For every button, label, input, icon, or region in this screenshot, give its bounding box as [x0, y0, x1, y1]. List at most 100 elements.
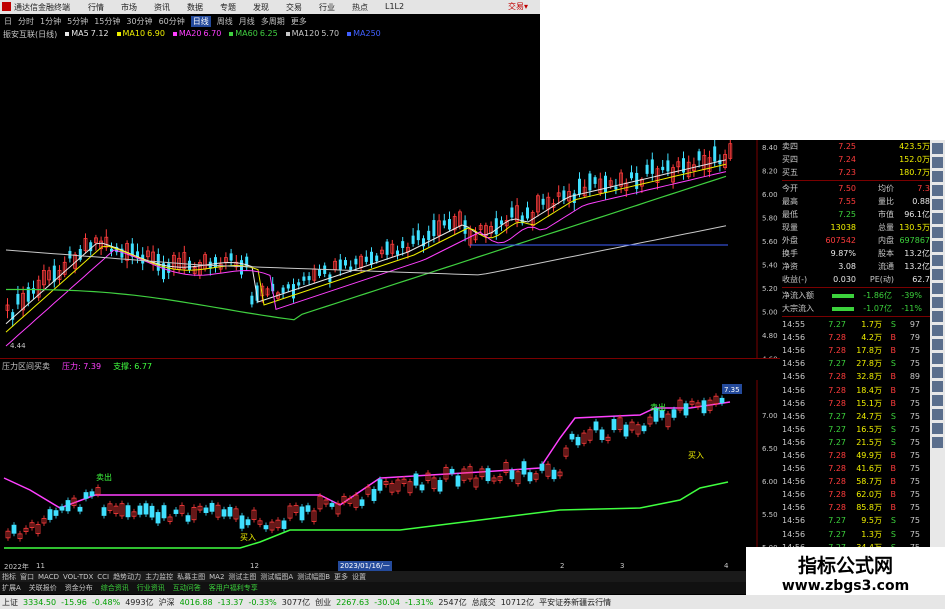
toolbar-icon[interactable]: [932, 395, 943, 406]
menu-item[interactable]: 资讯: [154, 2, 170, 13]
kline-main-chart[interactable]: 8.408.206.005.805.605.405.205.004.804.60…: [0, 40, 780, 358]
menu-item[interactable]: 发现: [253, 2, 269, 13]
period-tab[interactable]: 分时: [18, 16, 34, 27]
flow-pct: -39%: [901, 291, 922, 300]
candle-body: [604, 175, 607, 193]
stat-value: 3.08: [838, 262, 856, 271]
stat-value: 607542: [825, 236, 856, 245]
index-sz-change: -13.37: [217, 597, 244, 607]
toolbar-icon[interactable]: [932, 381, 943, 392]
toolbar-icon[interactable]: [932, 213, 943, 224]
menu-item[interactable]: L1L2: [385, 2, 404, 13]
toolbar-icon[interactable]: [932, 199, 943, 210]
period-tab[interactable]: 1分钟: [40, 16, 61, 27]
stat-value: 7.25: [838, 210, 856, 219]
sub-candle-body: [173, 509, 179, 514]
toolbar-icon[interactable]: [932, 157, 943, 168]
toolbar-icon[interactable]: [932, 255, 943, 266]
tick-row: 14:56 7.28 18.4万 B 75: [782, 383, 930, 396]
indicator-tab[interactable]: 测试幅图A: [260, 572, 293, 582]
info-tab[interactable]: 关联报价: [29, 583, 57, 593]
indicator-tab[interactable]: 更多: [334, 572, 348, 582]
period-tab[interactable]: 月线: [239, 16, 255, 27]
indicator-tab[interactable]: 私募主图: [177, 572, 205, 582]
toolbar-icon[interactable]: [932, 185, 943, 196]
ma-swatch-icon: [172, 32, 177, 36]
indicator-tab[interactable]: 设置: [352, 572, 366, 582]
indicator-tab[interactable]: 测试主图: [228, 572, 256, 582]
period-tab[interactable]: 30分钟: [126, 16, 152, 27]
period-tab[interactable]: 多周期: [261, 16, 285, 27]
period-tab[interactable]: 更多: [291, 16, 307, 27]
toolbar-icon[interactable]: [932, 241, 943, 252]
info-tab[interactable]: 综合资讯: [101, 583, 129, 593]
tick-side: B: [890, 477, 897, 487]
info-tab[interactable]: 扩展A: [2, 583, 21, 593]
toolbar-icon[interactable]: [932, 297, 943, 308]
candle-body: [500, 220, 503, 225]
toolbar-icon[interactable]: [932, 367, 943, 378]
toolbar-icon[interactable]: [932, 311, 943, 322]
candle-body: [650, 159, 654, 174]
menu-item[interactable]: 数据: [187, 2, 203, 13]
toolbar-icon[interactable]: [932, 423, 943, 434]
menu-item[interactable]: 交易: [286, 2, 302, 13]
period-tab[interactable]: 日线: [190, 15, 211, 27]
menu-item[interactable]: 热点: [352, 2, 368, 13]
toolbar-icon[interactable]: [932, 437, 943, 448]
indicator-tab[interactable]: 窗口: [20, 572, 34, 582]
tick-time: 14:56: [782, 450, 806, 460]
index-cy-label[interactable]: 创业: [315, 597, 331, 608]
menu-item[interactable]: 市场: [121, 2, 137, 13]
indicator-tab[interactable]: MA2: [209, 573, 224, 581]
tick-price: 7.28: [828, 477, 846, 487]
info-tab[interactable]: 资金分布: [65, 583, 93, 593]
period-tab[interactable]: 5分钟: [67, 16, 88, 27]
info-tab[interactable]: 互动问答: [173, 583, 201, 593]
tick-count: 75: [909, 424, 920, 434]
tick-time: 14:56: [782, 503, 806, 513]
indicator-tab[interactable]: MACD: [38, 573, 59, 581]
index-sh-label[interactable]: 上证: [2, 597, 18, 608]
tick-volume: 62.0万: [856, 490, 882, 500]
toolbar-icon[interactable]: [932, 283, 943, 294]
indicator-tab[interactable]: 测试幅图B: [297, 572, 330, 582]
indicator-tab[interactable]: 主力监控: [145, 572, 173, 582]
stat-value: 13.2亿: [904, 262, 930, 271]
tick-row: 14:56 7.27 16.5万 S 75: [782, 423, 930, 436]
indicator-tab[interactable]: 指标: [2, 572, 16, 582]
toolbar-icon[interactable]: [932, 171, 943, 182]
tick-count: 79: [909, 333, 920, 343]
toolbar-icon[interactable]: [932, 339, 943, 350]
indicator-tab[interactable]: 趋势动力: [113, 572, 141, 582]
period-tab[interactable]: 60分钟: [159, 16, 185, 27]
tick-side: B: [890, 464, 897, 474]
tick-price: 7.28: [828, 372, 846, 382]
candle-body: [494, 218, 498, 235]
menu-item[interactable]: 行业: [319, 2, 335, 13]
period-tab[interactable]: 15分钟: [94, 16, 120, 27]
info-tab[interactable]: 客用户福利专享: [209, 583, 258, 593]
stat-value: 62.7: [912, 275, 930, 284]
toolbar-icon[interactable]: [932, 409, 943, 420]
stat-row: 收益(-) 0.030 PE(动) 62.7: [782, 273, 930, 286]
ma-legend-item: MA10 6.90: [116, 29, 165, 40]
toolbar-icon[interactable]: [932, 269, 943, 280]
toolbar-icon[interactable]: [932, 353, 943, 364]
menu-item[interactable]: 行情: [88, 2, 104, 13]
pressure-zone-chart[interactable]: 7.006.506.005.505.007.35卖出卖出买入买入: [0, 360, 780, 560]
stat-label: 今开: [782, 184, 798, 193]
period-tab[interactable]: 日: [4, 16, 12, 27]
period-tab[interactable]: 周线: [217, 16, 233, 27]
toolbar-icon[interactable]: [932, 143, 943, 154]
candle-body: [614, 186, 618, 190]
info-tab[interactable]: 行业资讯: [137, 583, 165, 593]
stat-value: 697867: [899, 236, 930, 245]
toolbar-icon[interactable]: [932, 325, 943, 336]
index-sz-label[interactable]: 沪深: [159, 597, 175, 608]
indicator-tab[interactable]: VOL-TDX: [63, 573, 93, 581]
menu-item[interactable]: 专题: [220, 2, 236, 13]
trade-button[interactable]: 交易▾: [508, 1, 528, 12]
indicator-tab[interactable]: CCI: [97, 573, 109, 581]
toolbar-icon[interactable]: [932, 227, 943, 238]
